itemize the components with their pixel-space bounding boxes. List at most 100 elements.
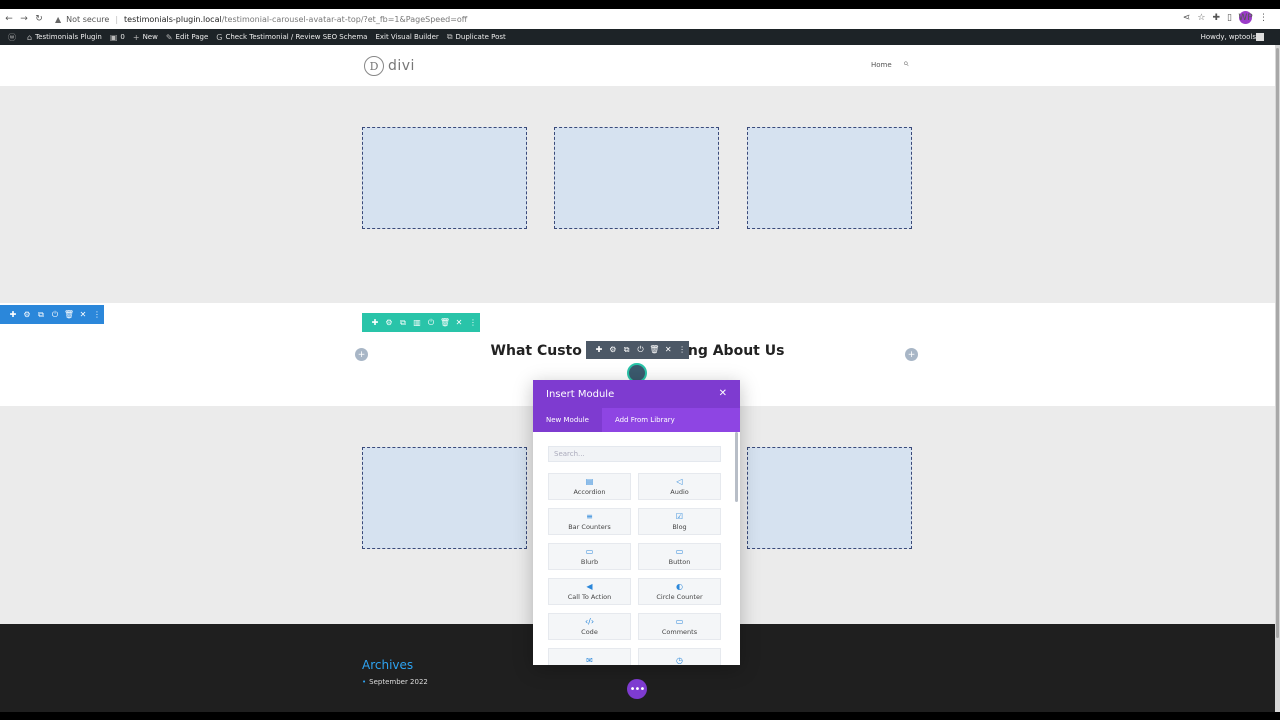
module-bar-counters[interactable]: ≡ Bar Counters [548, 508, 631, 535]
add-column-right-button[interactable]: + [905, 348, 918, 361]
move-icon[interactable]: ✚ [592, 346, 606, 354]
footer-archives-title: Archives [362, 658, 414, 672]
site-logo[interactable]: D divi [364, 56, 415, 76]
admin-comments[interactable]: ▣ 0 [110, 33, 125, 42]
settings-icon[interactable]: ⚙ [606, 346, 620, 354]
duplicate-icon[interactable]: ⧉ [396, 318, 410, 327]
browser-url-bar: ← → ↻ ▲ Not secure | testimonials-plugin… [0, 9, 1280, 29]
insert-module-dialog: Insert Module ✕ New Module Add From Libr… [533, 380, 740, 665]
section-toolbar: ✚ ⚙ ⧉ ⏻ 🗑 ✕ ⋮ [0, 305, 104, 324]
clock-icon: ◷ [676, 655, 683, 665]
url-host[interactable]: testimonials-plugin.local [124, 15, 222, 24]
admin-site-name[interactable]: ⌂ Testimonials Plugin [27, 33, 102, 42]
trash-icon[interactable]: 🗑 [438, 318, 452, 327]
trash-icon[interactable]: 🗑 [647, 346, 661, 354]
dialog-header: Insert Module ✕ [533, 380, 740, 408]
extensions-icon[interactable]: ✚ [1213, 13, 1221, 23]
reload-icon[interactable]: ↻ [33, 14, 45, 24]
settings-icon[interactable]: ⚙ [382, 318, 396, 327]
button-icon: ▭ [675, 546, 684, 556]
screen-top-edge [0, 0, 1280, 9]
blog-icon: ☑ [675, 511, 684, 521]
forward-icon[interactable]: → [18, 14, 30, 24]
blurb-icon: ▭ [585, 546, 594, 556]
screen-bottom-edge [0, 712, 1280, 720]
move-icon[interactable]: ✚ [6, 310, 20, 319]
column-placeholder[interactable] [362, 127, 527, 229]
trash-icon[interactable]: 🗑 [62, 310, 76, 319]
back-icon[interactable]: ← [3, 14, 15, 24]
heading-left: What Custo [490, 343, 582, 359]
module-comments[interactable]: ▭ Comments [638, 613, 721, 640]
tab-new-module[interactable]: New Module [533, 408, 602, 432]
star-icon[interactable]: ☆ [1197, 13, 1205, 23]
module-toolbar: ✚ ⚙ ⧉ ⏻ 🗑 ✕ ⋮ [586, 341, 689, 359]
user-avatar[interactable] [1256, 33, 1264, 41]
admin-edit-page[interactable]: ✎ Edit Page [166, 33, 208, 42]
site-header: D divi Home ⌕ [0, 45, 1275, 86]
more-icon[interactable]: ⋮ [675, 346, 689, 354]
url-separator: | [115, 14, 119, 24]
module-call-to-action[interactable]: ◀ Call To Action [548, 578, 631, 605]
module-accordion[interactable]: ▤ Accordion [548, 473, 631, 500]
move-icon[interactable]: ✚ [368, 318, 382, 327]
save-icon[interactable]: ⏻ [424, 318, 438, 327]
megaphone-icon: ◀ [586, 581, 593, 591]
share-icon[interactable]: ⋖ [1183, 13, 1191, 23]
module-blog[interactable]: ☑ Blog [638, 508, 721, 535]
url-path[interactable]: /testimonial-carousel-avatar-at-top/?et_… [222, 15, 468, 24]
close-icon[interactable]: ✕ [76, 310, 90, 319]
settings-icon[interactable]: ⚙ [20, 310, 34, 319]
wp-logo-icon[interactable]: ⓦ [8, 32, 19, 43]
browser-menu-icon[interactable]: ⋮ [1259, 13, 1268, 23]
close-icon[interactable]: ✕ [452, 318, 466, 327]
module-blurb[interactable]: ▭ Blurb [548, 543, 631, 570]
page-scrollbar-thumb[interactable] [1276, 48, 1279, 638]
admin-duplicate[interactable]: ⧉ Duplicate Post [447, 32, 506, 42]
security-label[interactable]: Not secure [66, 15, 109, 24]
module-countdown[interactable]: ◷ [638, 648, 721, 665]
more-icon[interactable]: ⋮ [466, 318, 480, 327]
browser-actions: ⋖ ☆ ✚ ▯ WP ⋮ [1183, 11, 1268, 24]
admin-exit-builder[interactable]: Exit Visual Builder [375, 33, 438, 41]
footer-archive-link[interactable]: September 2022 [362, 678, 428, 686]
column-placeholder[interactable] [362, 447, 527, 549]
more-icon[interactable]: ⋮ [90, 310, 104, 319]
tab-add-from-library[interactable]: Add From Library [602, 408, 688, 432]
module-list-scrollbar[interactable] [735, 432, 738, 502]
bar-counters-icon: ≡ [586, 511, 593, 521]
close-icon[interactable]: ✕ [719, 388, 727, 399]
logo-word: divi [388, 58, 415, 74]
columns-icon[interactable]: ▥ [410, 318, 424, 327]
module-code[interactable]: ‹/› Code [548, 613, 631, 640]
module-circle-counter[interactable]: ◐ Circle Counter [638, 578, 721, 605]
add-column-left-button[interactable]: + [355, 348, 368, 361]
column-placeholder[interactable] [554, 127, 719, 229]
column-placeholder[interactable] [747, 127, 912, 229]
pencil-icon: ✎ [165, 32, 173, 42]
dialog-title: Insert Module [546, 388, 615, 400]
logo-mark: D [364, 56, 384, 76]
home-icon: ⌂ [27, 32, 33, 42]
save-icon[interactable]: ⏻ [48, 310, 62, 319]
duplicate-icon[interactable]: ⧉ [620, 346, 634, 354]
admin-howdy[interactable]: Howdy, wptools [1201, 33, 1256, 41]
nav-home-link[interactable]: Home [871, 61, 892, 69]
save-icon[interactable]: ⏻ [634, 346, 648, 354]
close-icon[interactable]: ✕ [661, 346, 675, 354]
builder-menu-button[interactable]: ••• [627, 679, 647, 699]
module-button[interactable]: ▭ Button [638, 543, 721, 570]
plus-icon: + [132, 32, 140, 42]
module-search-input[interactable]: Search... [548, 446, 721, 462]
module-audio[interactable]: ◁ Audio [638, 473, 721, 500]
profile-avatar[interactable]: WP [1238, 11, 1253, 24]
warning-icon[interactable]: ▲ [55, 15, 61, 24]
duplicate-icon[interactable]: ⧉ [34, 310, 48, 319]
sidepanel-icon[interactable]: ▯ [1227, 13, 1232, 23]
column-placeholder[interactable] [747, 447, 912, 549]
admin-new[interactable]: + New [133, 33, 158, 42]
module-contact-form[interactable]: ✉ [548, 648, 631, 665]
search-icon[interactable]: ⌕ [903, 58, 909, 69]
admin-seo-check[interactable]: G Check Testimonial / Review SEO Schema [216, 33, 367, 42]
comments-icon: ▭ [675, 616, 684, 626]
